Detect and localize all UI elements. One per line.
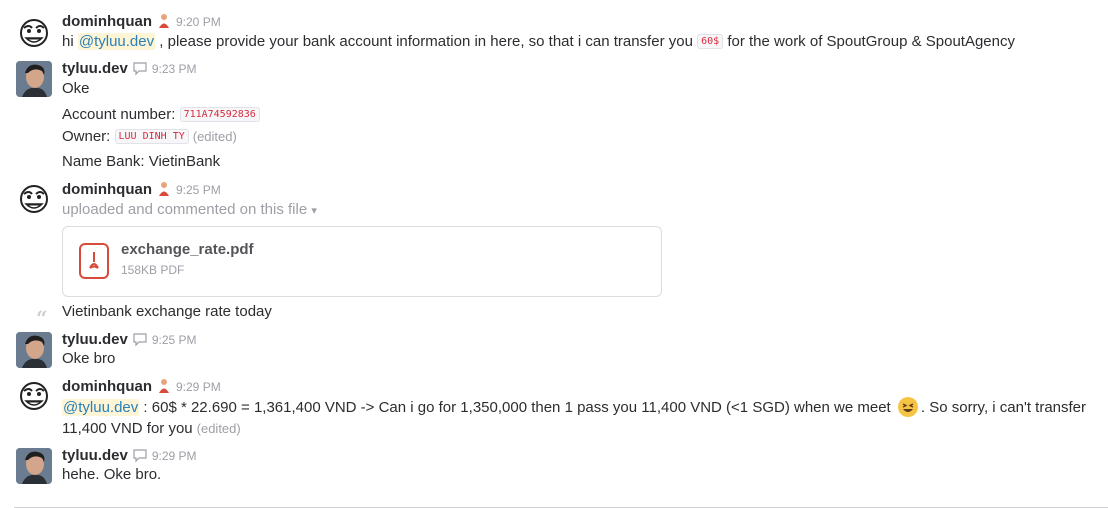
- message-header: dominhquan 9:25 PM: [62, 180, 221, 200]
- owner-line: Owner: LUU DINH TY (edited): [62, 128, 237, 145]
- person-status-icon: [156, 181, 172, 197]
- avatar[interactable]: [16, 379, 52, 415]
- message-text: Oke: [62, 80, 90, 97]
- avatar[interactable]: [16, 448, 52, 484]
- timestamp[interactable]: 9:25 PM: [152, 333, 197, 347]
- message-header: dominhquan 9:29 PM: [62, 377, 221, 397]
- laughing-emoji-icon: [897, 397, 918, 417]
- username[interactable]: tyluu.dev: [62, 447, 128, 464]
- username[interactable]: tyluu.dev: [62, 331, 128, 348]
- file-size: 158KB PDF: [121, 263, 185, 277]
- timestamp[interactable]: 9:23 PM: [152, 62, 197, 76]
- person-status-icon: [156, 378, 172, 394]
- avatar[interactable]: [16, 61, 52, 97]
- edited-label: (edited): [196, 421, 241, 436]
- person-status-icon: [156, 13, 172, 29]
- inline-code: 711A74592836: [179, 107, 260, 122]
- avatar[interactable]: [16, 332, 52, 368]
- speech-bubble-status-icon: [132, 331, 148, 347]
- avatar[interactable]: [16, 182, 52, 218]
- speech-bubble-status-icon: [132, 60, 148, 76]
- message-header: tyluu.dev 9:25 PM: [62, 330, 197, 350]
- pdf-icon: [79, 243, 109, 279]
- message-header: tyluu.dev 9:23 PM: [62, 59, 197, 79]
- avatar[interactable]: [16, 16, 52, 52]
- timestamp[interactable]: 9:29 PM: [176, 380, 221, 394]
- message-text-continued: 11,400 VND for you (edited): [62, 420, 241, 437]
- upload-meta[interactable]: uploaded and commented on this file ▾: [62, 200, 317, 221]
- chevron-down-icon[interactable]: ▾: [311, 205, 317, 217]
- account-number-line: Account number: 711A74592836: [62, 105, 260, 125]
- username[interactable]: tyluu.dev: [62, 60, 128, 77]
- comment-quote-icon: “: [36, 306, 48, 330]
- file-attachment-card[interactable]: exchange_rate.pdf 158KB PDF: [62, 226, 662, 297]
- bank-name-line: Name Bank: VietinBank: [62, 153, 221, 170]
- mention-link[interactable]: @tyluu.dev: [62, 399, 140, 416]
- message-text: hehe. Oke bro.: [62, 466, 162, 483]
- file-comment: Vietinbank exchange rate today: [62, 303, 272, 320]
- timestamp[interactable]: 9:20 PM: [176, 15, 221, 29]
- inline-code: LUU DINH TY: [114, 129, 189, 144]
- timestamp[interactable]: 9:29 PM: [152, 449, 197, 463]
- speech-bubble-status-icon: [132, 447, 148, 463]
- username[interactable]: dominhquan: [62, 13, 152, 30]
- message-text: hi @tyluu.dev , please provide your bank…: [62, 33, 1015, 50]
- file-name[interactable]: exchange_rate.pdf: [121, 241, 254, 258]
- username[interactable]: dominhquan: [62, 378, 152, 395]
- message-text: @tyluu.dev : 60$ * 22.690 = 1,361,400 VN…: [62, 397, 1087, 417]
- inline-code: 60$: [697, 34, 724, 49]
- message-header: tyluu.dev 9:29 PM: [62, 446, 197, 466]
- timestamp[interactable]: 9:25 PM: [176, 183, 221, 197]
- username[interactable]: dominhquan: [62, 181, 152, 198]
- message-header: dominhquan 9:20 PM: [62, 12, 221, 32]
- message-text: Oke bro: [62, 350, 116, 367]
- mention-link[interactable]: @tyluu.dev: [77, 33, 156, 50]
- edited-label: (edited): [192, 129, 237, 144]
